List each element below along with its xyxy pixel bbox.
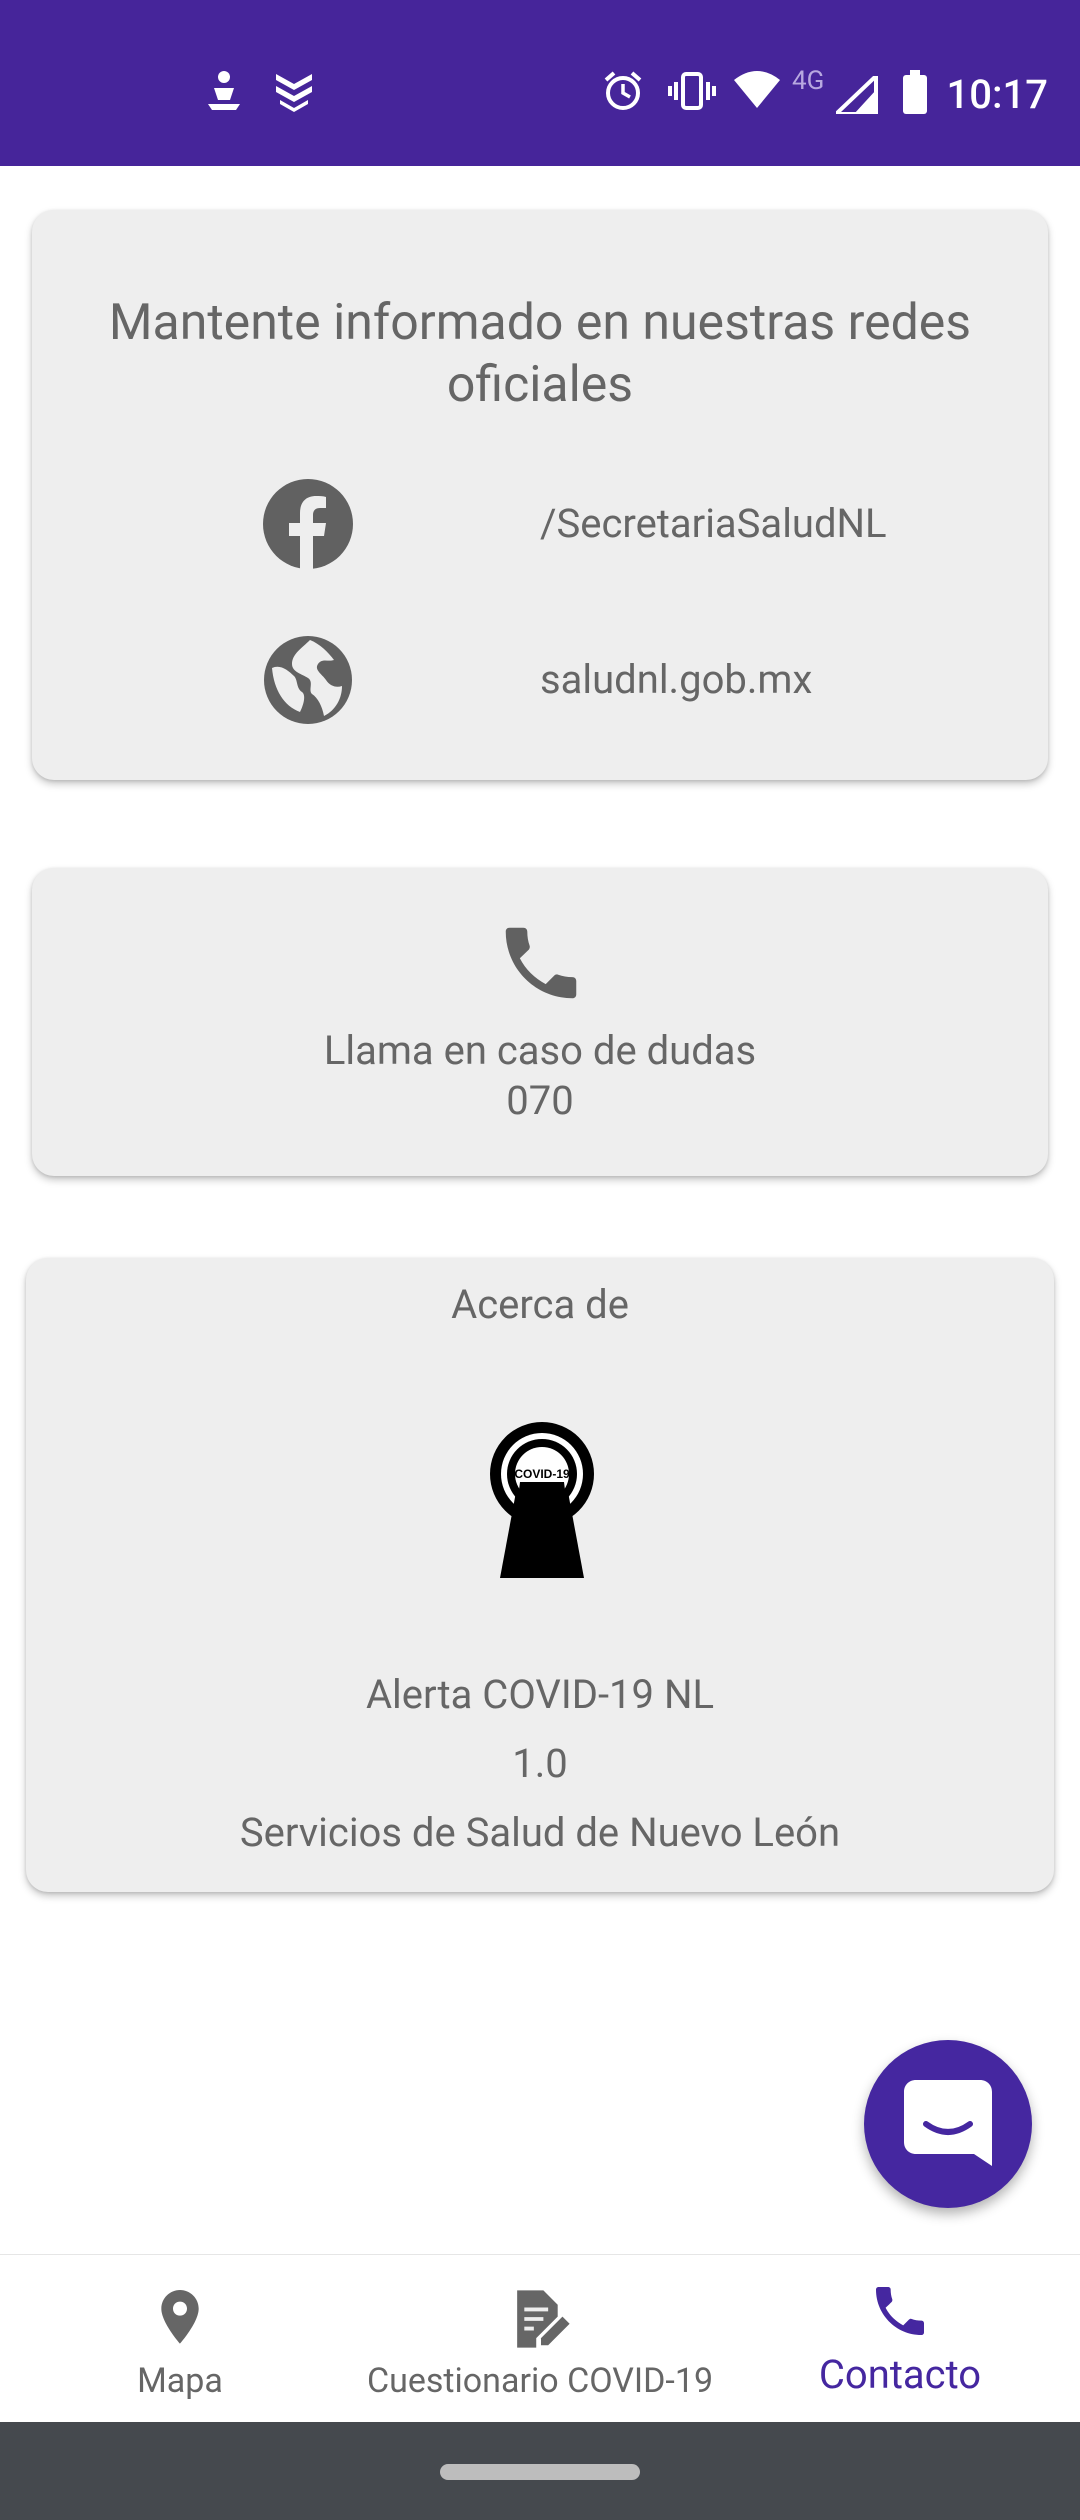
shield-layers-icon [276,74,312,112]
phone-icon [505,927,577,999]
facebook-link[interactable]: /SecretariaSaludNL [32,478,1048,574]
person-download-icon [208,71,240,110]
social-card-title: Mantente informado en nuestras redes ofi… [108,294,972,414]
globe-icon [264,636,352,724]
network-type-label: 4G [792,66,825,96]
facebook-label: /SecretariaSaludNL [540,500,887,547]
nav-item-mapa[interactable]: Mapa [60,2255,300,2423]
system-gesture-bar [0,2422,1080,2520]
vibrate-icon [668,72,716,110]
covid-alert-logo: COVID-19 [490,1422,594,1578]
nav-item-cuestionario[interactable]: Cuestionario COVID-19 [354,2255,726,2423]
phone-label: Llama en caso de dudas 070 [32,1026,1048,1126]
about-title: Acerca de [451,1281,629,1328]
alarm-icon [604,71,642,110]
facebook-icon [263,479,353,570]
phone-card[interactable]: Llama en caso de dudas 070 [32,868,1048,1176]
signal-icon [836,76,878,114]
nav-label-contacto: Contacto [818,2353,982,2397]
website-label: saludnl.gob.mx [540,656,813,703]
website-link[interactable]: saludnl.gob.mx [32,634,1048,730]
nav-label-mapa: Mapa [137,2361,223,2401]
app-version: 1.0 [512,1740,568,1787]
about-card: Acerca de COVID-19 Alerta COVID-19 NL 1.… [26,1258,1054,1892]
home-gesture-handle[interactable] [440,2464,640,2480]
nav-label-cuestionario: Cuestionario COVID-19 [366,2361,714,2401]
wifi-icon [734,71,780,108]
chat-icon [904,2080,992,2166]
map-pin-icon [161,2290,199,2344]
phone-label-text: Llama en caso de dudas [323,1027,757,1074]
bottom-navigation: Mapa Cuestionario COVID-19 Contacto [0,2254,1080,2423]
battery-icon [903,70,927,114]
app-name: Alerta COVID-19 NL [365,1671,715,1718]
document-edit-icon [517,2290,570,2348]
social-networks-card: Mantente informado en nuestras redes ofi… [32,210,1048,780]
chat-fab-button[interactable] [864,2040,1032,2208]
status-bar: 4G 10:17 [0,0,1080,166]
status-time: 10:17 [946,71,1048,118]
organization-name: Servicios de Salud de Nuevo León [239,1809,841,1856]
phone-icon [876,2287,924,2335]
logo-text: COVID-19 [514,1467,570,1481]
nav-item-contacto[interactable]: Contacto [780,2255,1020,2423]
phone-number: 070 [506,1077,574,1124]
